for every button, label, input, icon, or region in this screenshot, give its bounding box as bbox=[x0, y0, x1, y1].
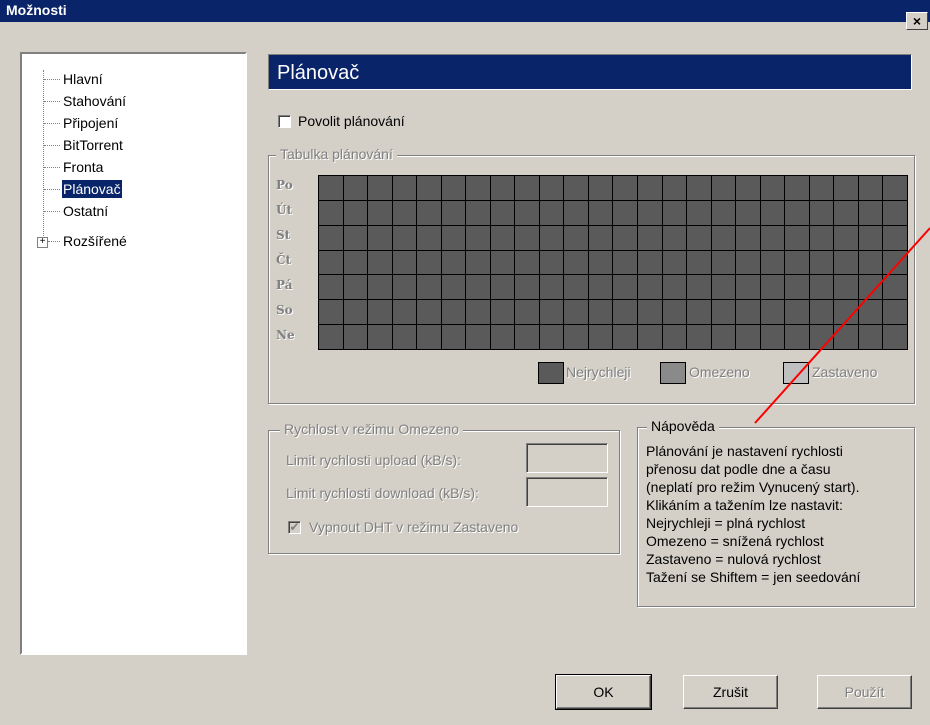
annotation-line-stroke bbox=[754, 227, 930, 424]
ok-button[interactable]: OK bbox=[555, 674, 652, 710]
apply-button[interactable]: Použít bbox=[817, 675, 912, 709]
annotation-line bbox=[754, 227, 930, 424]
cancel-button[interactable]: Zrušit bbox=[683, 675, 778, 709]
